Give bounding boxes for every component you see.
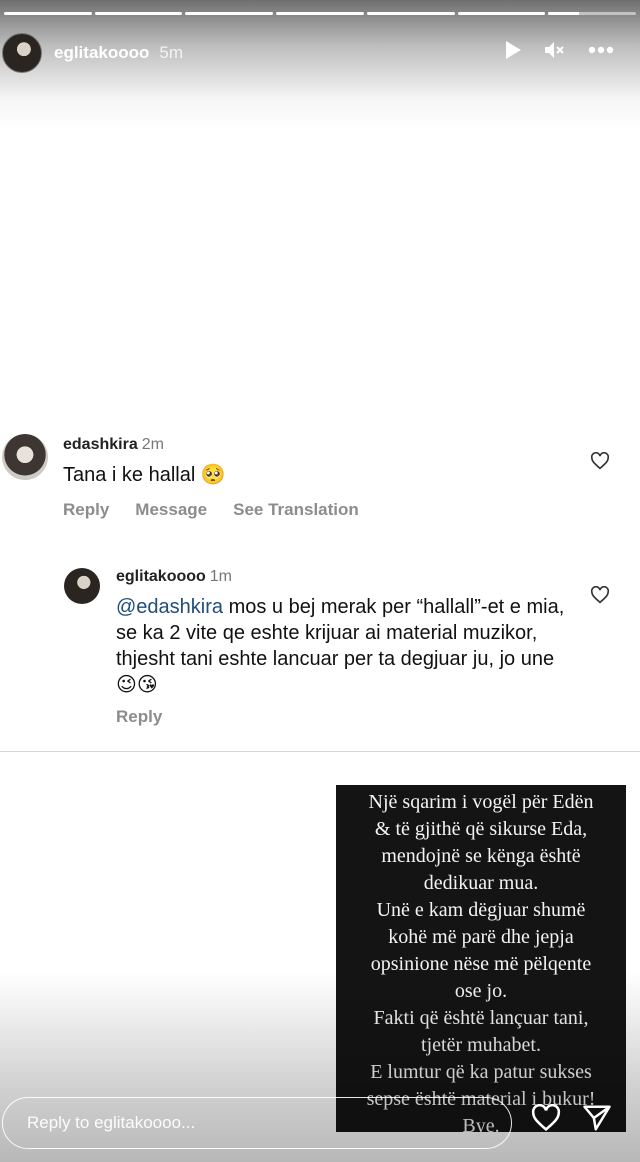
see-translation-link[interactable]: See Translation [233,500,359,520]
comment-time: 2m [141,436,164,453]
reply-time: 1m [209,568,233,585]
reply-username[interactable]: eglitakoooo 1m [116,568,232,586]
story-progress-bar [4,12,637,15]
commenter-username[interactable]: edashkira 2m [63,436,164,454]
author-username[interactable]: eglitakoooo [54,43,149,63]
comment-like-heart-icon[interactable] [590,451,610,475]
mention-link[interactable]: @edashkira [116,596,223,618]
reply-bar [2,1097,512,1149]
play-icon[interactable] [504,40,522,60]
progress-segment [366,12,455,15]
commenter-avatar[interactable] [2,434,48,480]
note-line: tjetër muhabet. [421,1034,541,1056]
progress-segment [4,12,92,15]
progress-segment [185,12,274,15]
message-link[interactable]: Message [135,500,207,520]
note-line: dedikuar mua. [423,872,539,894]
progress-segment [276,12,364,15]
reply-link[interactable]: Reply [63,500,109,520]
reply-like-heart-icon[interactable] [590,585,610,609]
progress-segment [94,12,183,15]
comment-text: Tana i ke hallal 🥺 [63,464,226,486]
author-avatar[interactable] [2,33,42,73]
progress-segment [548,12,637,15]
progress-segment [457,12,546,15]
note-line: E lumtur që ka patur sukses [370,1061,592,1083]
note-line: ose jo. [454,980,508,1002]
note-line: mendojnë se kënga është [381,845,581,867]
reply-avatar[interactable] [64,568,100,604]
note-line: opsinione nëse më pëlqente [370,953,592,975]
mute-icon[interactable] [544,40,566,60]
note-line: kohë më parë dhe jepja [388,926,574,948]
reply-text: @edashkira mos u bej merak per “hallall”… [116,596,565,696]
note-line: Një sqarim i vogël për Edën [368,791,594,813]
send-icon[interactable] [582,1104,612,1137]
story-time: 5m [159,43,184,62]
note-line: Fakti që është lançuar tani, [373,1007,589,1029]
story-header: eglitakoooo 5m [0,32,640,74]
note-line: Unë e kam dëgjuar shumë [376,899,586,921]
reply-link[interactable]: Reply [116,707,162,727]
reply-input[interactable] [27,1113,511,1133]
heart-icon[interactable] [530,1103,562,1137]
note-line: & të gjithë që sikurse Eda, [374,818,588,840]
comment-actions: Reply Message See Translation [63,500,359,520]
more-icon[interactable] [588,46,614,54]
story-text-note: Një sqarim i vogël për Edën & të gjithë q… [336,785,626,1137]
divider [0,751,640,752]
